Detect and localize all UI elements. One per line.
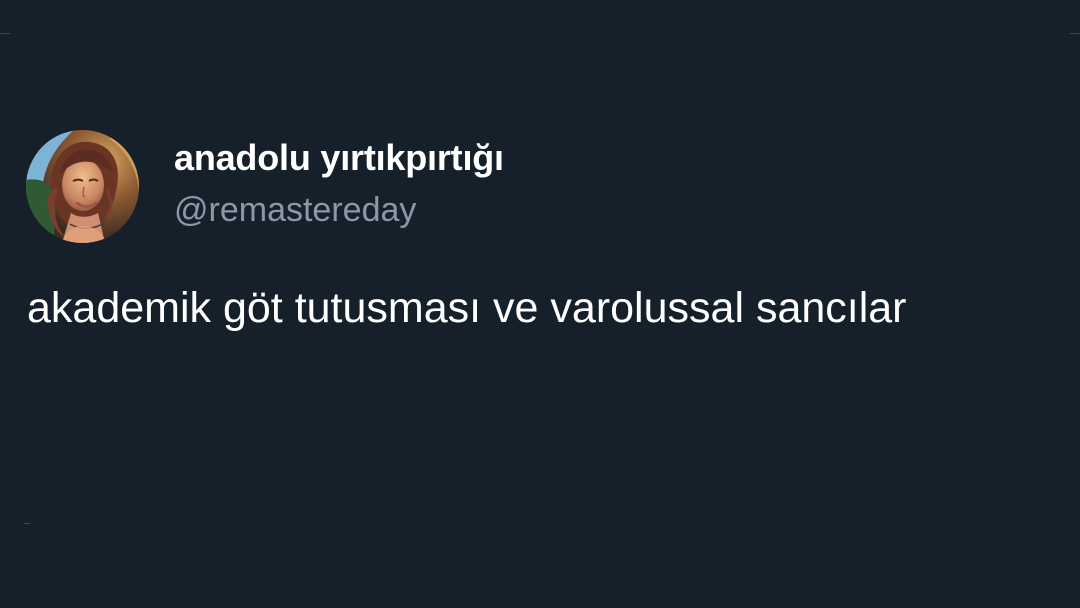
author-handle[interactable]: @remastereday (174, 188, 416, 232)
tweet-text: akademik göt tutusması ve varolussal san… (27, 284, 907, 332)
avatar[interactable] (26, 130, 139, 243)
bottom-left-divider (24, 523, 30, 524)
tweet-card: anadolu yırtıkpırtığı @remastereday akad… (0, 0, 1080, 608)
author-display-name[interactable]: anadolu yırtıkpırtığı (174, 136, 504, 180)
top-right-divider (1070, 33, 1080, 34)
profile-photo-icon (26, 130, 139, 243)
top-left-divider (0, 33, 10, 34)
